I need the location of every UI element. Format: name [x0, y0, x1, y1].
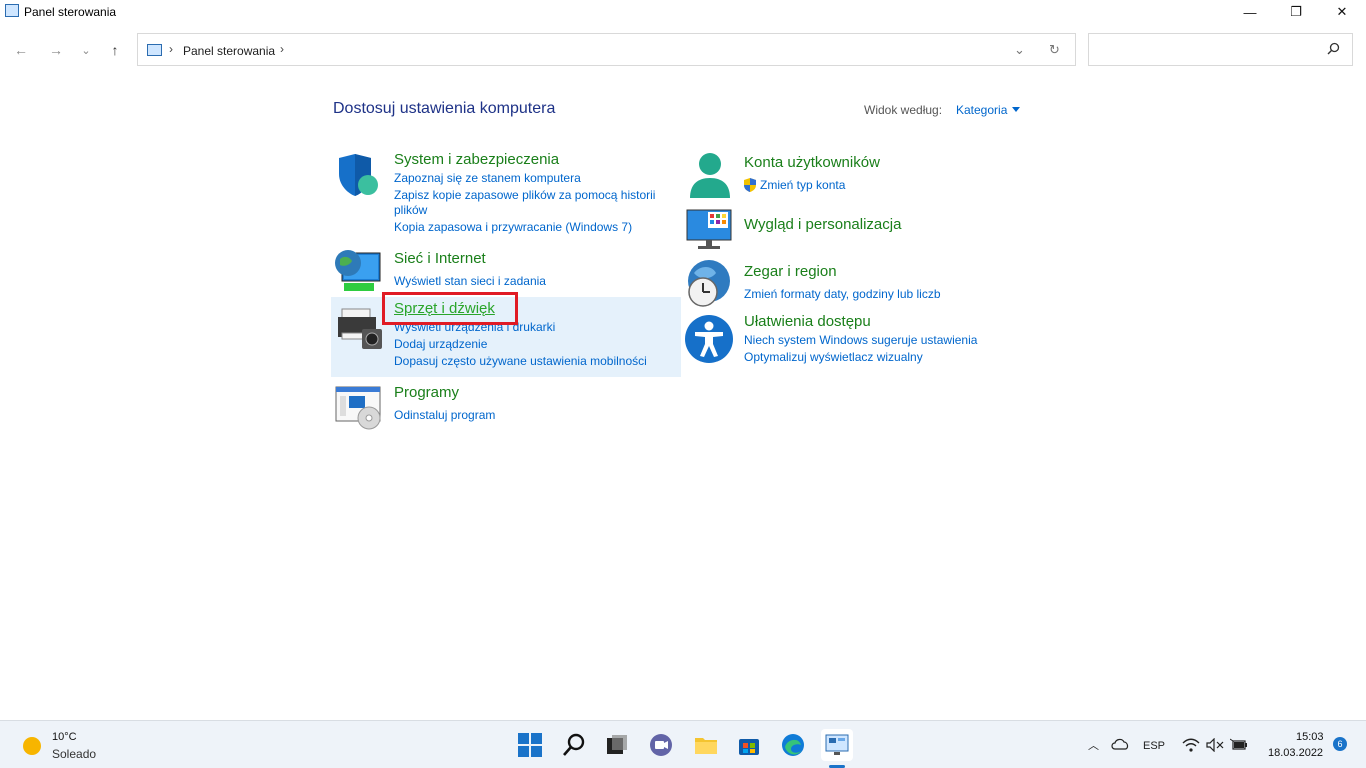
sun-icon[interactable]	[23, 737, 41, 755]
link-change-formats[interactable]: Zmień formaty daty, godziny lub liczb	[744, 287, 941, 301]
notification-badge[interactable]: 6	[1333, 737, 1347, 751]
shield-icon	[339, 154, 378, 196]
monitor-icon	[686, 209, 732, 249]
category-system-security[interactable]: System i zabezpieczenia	[394, 151, 559, 168]
minimize-button[interactable]: —	[1227, 0, 1273, 24]
user-icon	[690, 153, 730, 198]
link-uninstall-program[interactable]: Odinstaluj program	[394, 408, 495, 422]
category-user-accounts[interactable]: Konta użytkowników	[744, 154, 880, 171]
wifi-icon[interactable]	[1182, 738, 1200, 752]
link-system-status[interactable]: Zapoznaj się ze stanem komputera	[394, 171, 581, 185]
refresh-icon[interactable]: ↻	[1049, 42, 1060, 58]
battery-icon[interactable]	[1230, 738, 1248, 752]
link-optimize-display[interactable]: Optymalizuj wyświetlacz wizualny	[744, 350, 923, 364]
clock-globe-icon	[688, 260, 730, 307]
chevron-right-icon[interactable]: ›	[169, 42, 173, 56]
show-hidden-icons-icon[interactable]: ︿	[1088, 737, 1099, 753]
maximize-button[interactable]: ❐	[1273, 0, 1319, 24]
weather-status[interactable]: Soleado	[52, 747, 96, 761]
window-title: Panel sterowania	[24, 5, 117, 19]
page-title: Dostosuj ustawienia komputera	[333, 100, 556, 117]
edge-icon[interactable]	[777, 729, 809, 761]
store-icon[interactable]	[733, 729, 765, 761]
link-backup-restore[interactable]: Kopia zapasowa i przywracanie (Windows 7…	[394, 220, 632, 234]
address-bar[interactable]: › Panel sterowania › ⌄ ↻	[137, 33, 1076, 66]
breadcrumb-control-panel[interactable]: Panel sterowania	[183, 44, 275, 58]
uac-shield-icon	[744, 178, 756, 192]
link-mobility-settings[interactable]: Dopasuj często używane ustawienia mobiln…	[394, 354, 647, 368]
title-bar: Panel sterowania — ❐ ✕	[0, 0, 1366, 24]
view-by-label: Widok według:	[864, 103, 943, 117]
category-ease-of-access[interactable]: Ułatwienia dostępu	[744, 313, 871, 330]
start-icon[interactable]	[514, 729, 546, 761]
caret-down-icon[interactable]	[1012, 107, 1020, 112]
up-arrow-icon[interactable]: ↑	[105, 40, 125, 60]
link-suggest-settings[interactable]: Niech system Windows sugeruje ustawienia	[744, 333, 977, 347]
language-indicator[interactable]: ESP	[1143, 740, 1165, 752]
clock-time[interactable]: 15:03	[1296, 731, 1324, 743]
file-explorer-icon[interactable]	[690, 729, 722, 761]
category-clock-region[interactable]: Zegar i region	[744, 263, 837, 280]
link-change-account-type[interactable]: Zmień typ konta	[760, 178, 845, 192]
cloud-icon[interactable]	[1111, 738, 1129, 750]
accessibility-icon	[685, 315, 733, 363]
search-icon[interactable]	[558, 729, 590, 761]
navigation-bar: ← → ⌄ ↑ › Panel sterowania › ⌄ ↻	[0, 32, 1366, 68]
close-button[interactable]: ✕	[1319, 0, 1365, 24]
chat-icon[interactable]	[645, 729, 677, 761]
control-panel-taskbar-icon[interactable]	[821, 729, 853, 761]
red-annotation-box	[382, 292, 518, 325]
view-by-dropdown[interactable]: Kategoria	[956, 103, 1007, 117]
clock-date[interactable]: 18.03.2022	[1268, 747, 1323, 759]
link-file-history[interactable]: Zapisz kopie zapasowe plików za pomocą h…	[394, 188, 655, 202]
forward-arrow-icon[interactable]: →	[46, 40, 66, 60]
recent-locations-icon[interactable]: ⌄	[76, 40, 96, 60]
link-network-status[interactable]: Wyświetl stan sieci i zadania	[394, 274, 546, 288]
programs-icon	[335, 386, 381, 430]
chevron-right-icon[interactable]: ›	[280, 42, 284, 56]
search-icon[interactable]	[1327, 42, 1340, 55]
back-arrow-icon[interactable]: ←	[11, 40, 31, 60]
network-globe-icon	[335, 250, 381, 291]
control-panel-icon	[147, 44, 162, 56]
search-input[interactable]	[1088, 33, 1353, 66]
link-file-history-cont[interactable]: plików	[394, 203, 427, 217]
weather-temperature[interactable]: 10°C	[52, 731, 77, 743]
volume-muted-icon[interactable]	[1206, 738, 1224, 752]
task-view-icon[interactable]	[601, 729, 633, 761]
printer-icon	[338, 308, 382, 349]
category-programs[interactable]: Programy	[394, 384, 459, 401]
category-network-internet[interactable]: Sieć i Internet	[394, 250, 486, 267]
link-add-device[interactable]: Dodaj urządzenie	[394, 337, 487, 351]
taskbar: 10°C Soleado ︿ ESP 15:03 18.03.2022 6	[0, 720, 1366, 768]
category-appearance[interactable]: Wygląd i personalizacja	[744, 216, 901, 233]
chevron-down-icon[interactable]: ⌄	[1014, 42, 1025, 58]
control-panel-icon	[5, 4, 19, 17]
